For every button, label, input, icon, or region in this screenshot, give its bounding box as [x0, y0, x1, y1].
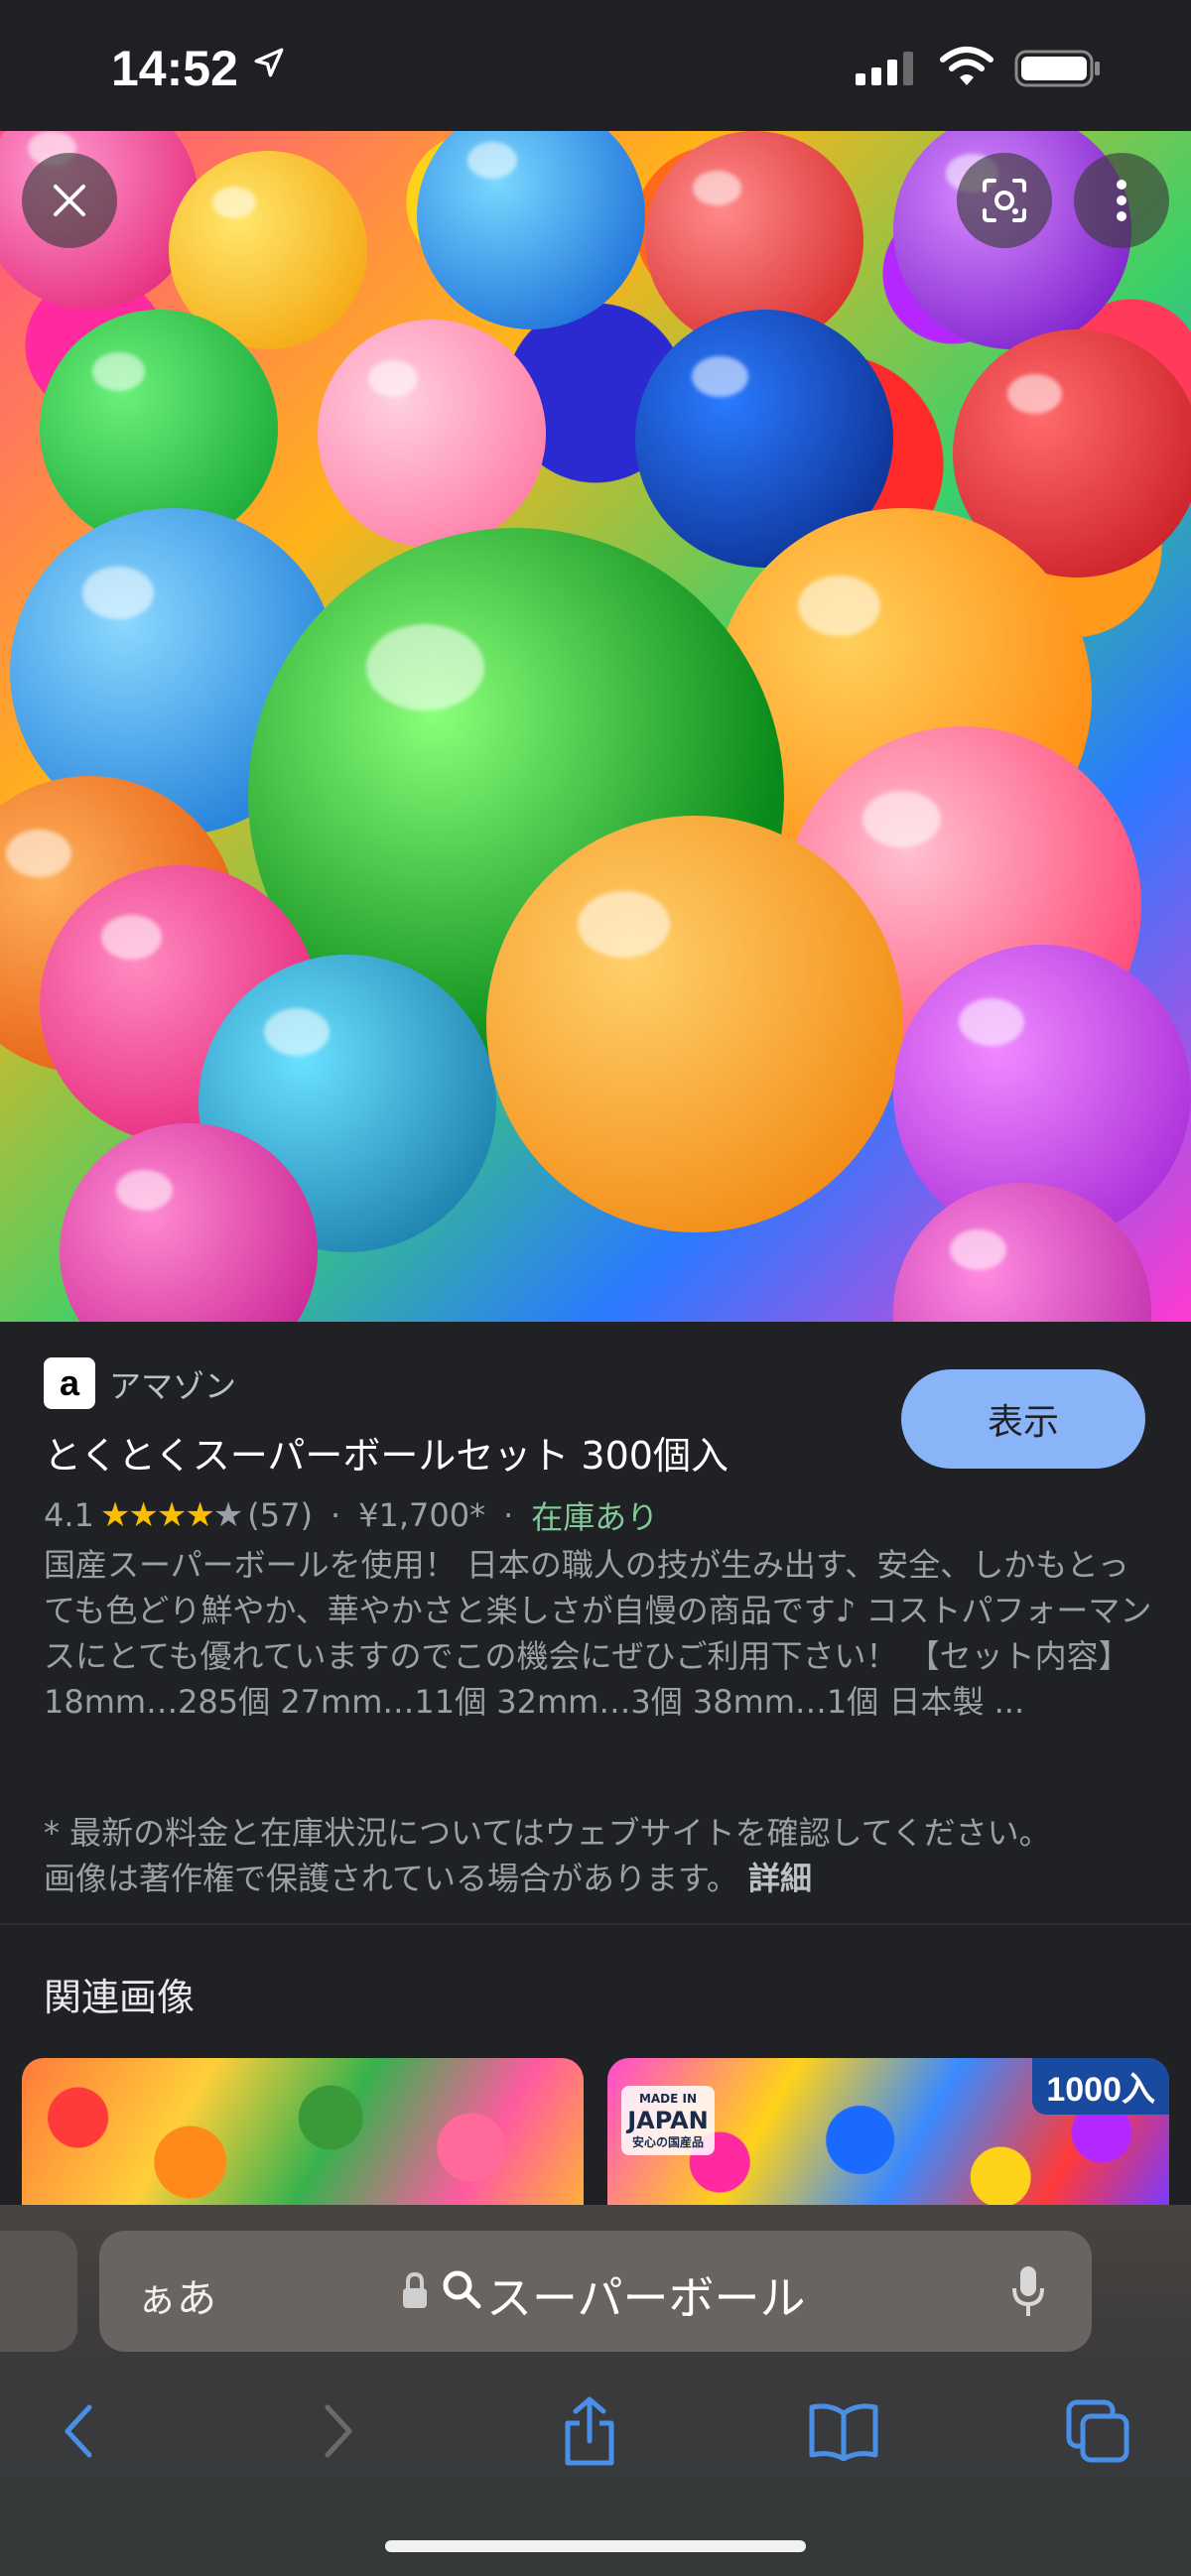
stock-status: 在庫あり: [531, 1498, 659, 1536]
disclaimer: * 最新の料金と在庫状況についてはウェブサイトを確認してください。 画像は著作権…: [44, 1810, 1076, 1901]
previous-tab-preview[interactable]: [0, 2231, 77, 2352]
search-icon: [443, 2270, 481, 2309]
wifi-icon: [940, 47, 993, 85]
product-info-panel: a アマゾン とくとくスーパーボールセット 300個入 表示 4.1 ★★★★★…: [0, 1322, 1191, 1927]
badge-line1: MADE IN: [638, 2092, 698, 2106]
status-time: 14:52: [111, 41, 238, 96]
back-button[interactable]: [32, 2383, 127, 2479]
related-image-2[interactable]: MADE IN JAPAN 安心の国産品 1000入: [607, 2058, 1169, 2207]
status-bar: 14:52: [0, 0, 1191, 131]
microphone-icon[interactable]: [1010, 2264, 1046, 2320]
search-query[interactable]: スーパーボール: [486, 2262, 806, 2328]
close-icon: [54, 185, 85, 216]
made-in-japan-badge: MADE IN JAPAN 安心の国産品: [621, 2086, 715, 2155]
rating-value: 4.1: [44, 1496, 94, 1534]
details-link[interactable]: 詳細: [748, 1860, 812, 1897]
location-arrow-icon: [254, 48, 284, 77]
review-count: (57): [247, 1496, 313, 1534]
home-indicator[interactable]: [385, 2540, 806, 2552]
tabs-icon: [1066, 2399, 1129, 2463]
share-icon: [565, 2396, 614, 2466]
product-description: 国産スーパーボールを使用！ 日本の職人の技が生み出す、安全、しかもとっても色どり…: [44, 1546, 1152, 1721]
share-button[interactable]: [542, 2383, 637, 2479]
tabs-button[interactable]: [1050, 2383, 1145, 2479]
divider: [0, 1923, 1191, 1925]
star-rating-icon: ★★★★★: [99, 1495, 243, 1535]
lens-icon: [983, 179, 1026, 222]
reader-settings-button[interactable]: ぁあ: [137, 2266, 216, 2324]
price: ¥1,700*: [358, 1496, 486, 1534]
badge-line2: JAPAN: [627, 2107, 709, 2134]
view-button[interactable]: 表示: [901, 1369, 1145, 1469]
close-button[interactable]: [22, 153, 117, 248]
forward-button[interactable]: [290, 2383, 385, 2479]
meta-separator: ·: [503, 1496, 514, 1534]
battery-icon: [1014, 50, 1100, 87]
disclaimer-text: * 最新の料金と在庫状況についてはウェブサイトを確認してください。 画像は著作権…: [44, 1814, 1051, 1897]
meta-separator: ·: [330, 1496, 341, 1534]
lens-button[interactable]: [957, 153, 1052, 248]
bookmarks-icon: [809, 2403, 878, 2461]
back-icon: [65, 2404, 92, 2458]
related-image-1[interactable]: [22, 2058, 584, 2207]
browser-bottom-bar: ぁあ スーパーボール: [0, 2205, 1191, 2576]
bookmarks-button[interactable]: [796, 2383, 891, 2479]
product-title[interactable]: とくとくスーパーボールセット 300個入: [44, 1425, 728, 1480]
more-vert-icon: [1117, 180, 1126, 221]
lock-icon: [403, 2271, 427, 2308]
address-bar[interactable]: ぁあ スーパーボール: [99, 2231, 1092, 2352]
count-badge: 1000入: [1032, 2058, 1169, 2115]
forward-icon: [325, 2404, 352, 2458]
amazon-logo-icon: a: [44, 1357, 95, 1409]
product-meta: 4.1 ★★★★★ (57) · ¥1,700* · 在庫あり: [44, 1492, 658, 1538]
badge-line3: 安心の国産品: [631, 2135, 704, 2149]
product-image[interactable]: [0, 131, 1191, 1322]
related-images-heading: 関連画像: [44, 1976, 196, 2019]
source-name[interactable]: アマゾン: [109, 1361, 236, 1407]
cellular-signal-icon: [856, 52, 913, 85]
more-options-button[interactable]: [1074, 153, 1169, 248]
